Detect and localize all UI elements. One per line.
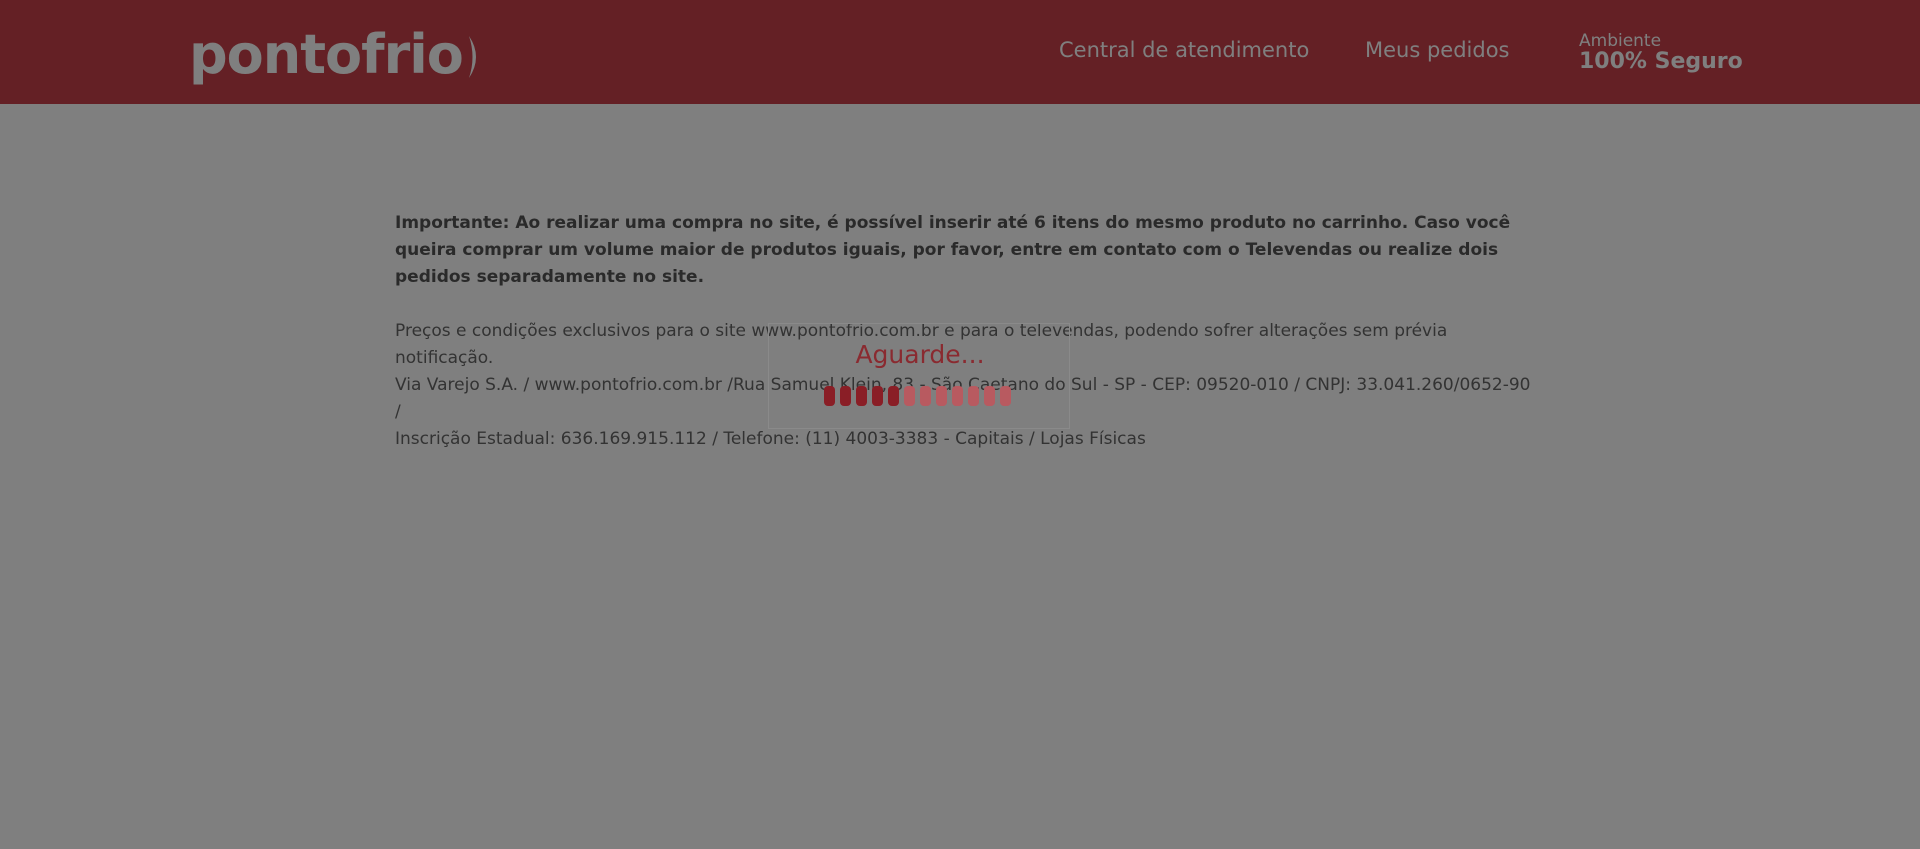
loader-segment: [824, 386, 835, 406]
loader-segment: [888, 386, 899, 406]
loader-segment: [920, 386, 931, 406]
loading-text: Aguarde...: [855, 340, 985, 369]
loader-segment: [904, 386, 915, 406]
loader-segment: [856, 386, 867, 406]
loading-progress-indicator: [824, 386, 1011, 406]
loader-segment: [984, 386, 995, 406]
loader-segment: [840, 386, 851, 406]
loading-dialog: Aguarde...: [768, 323, 1070, 429]
loader-segment: [1000, 386, 1011, 406]
loader-segment: [952, 386, 963, 406]
loader-segment: [872, 386, 883, 406]
loader-segment: [968, 386, 979, 406]
loader-segment: [936, 386, 947, 406]
